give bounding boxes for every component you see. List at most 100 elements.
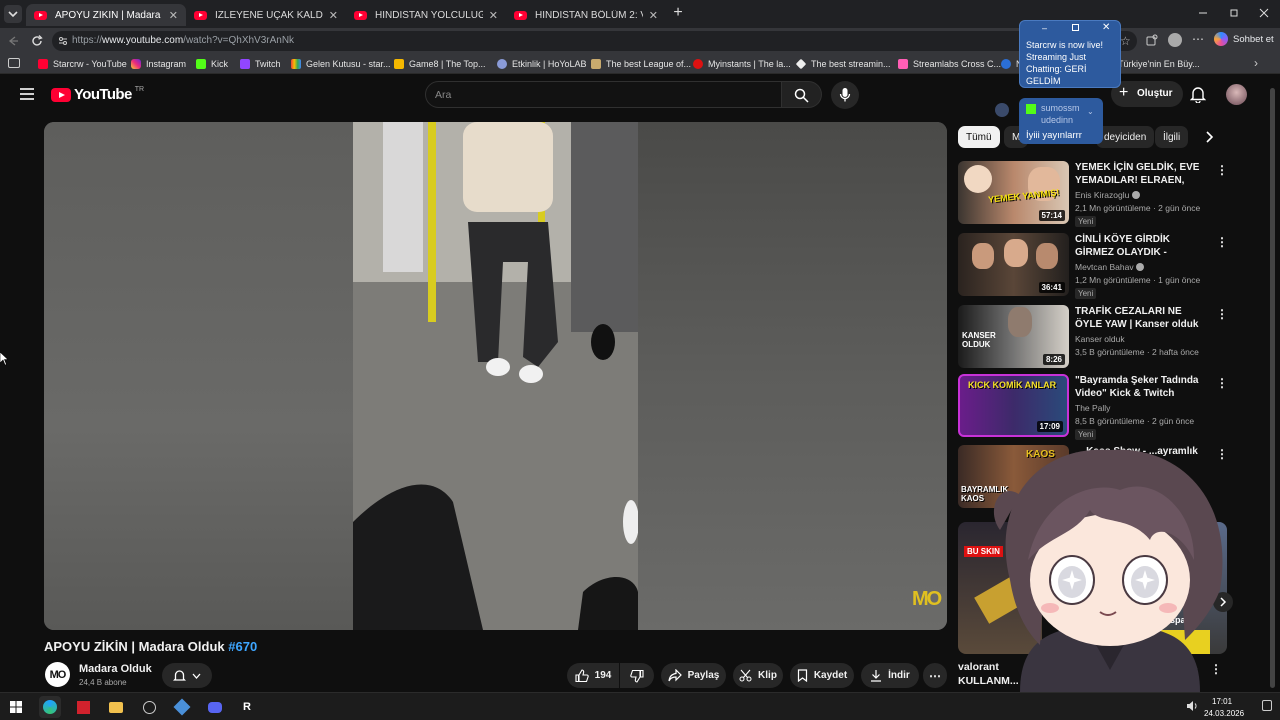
video-player[interactable]: MO (44, 122, 947, 630)
network-app-icon[interactable] (171, 696, 193, 718)
search-input[interactable]: Ara (425, 81, 782, 108)
extensions-icon[interactable] (1145, 33, 1159, 47)
restore-window-icon[interactable] (1227, 6, 1241, 20)
recommendation-2[interactable]: 36:41 CİNLİ KÖYE GİRDİK GİRMEZ OLAYDIK -… (958, 233, 1228, 299)
notifications-icon[interactable] (1190, 86, 1206, 103)
bookmark-hoyolab[interactable]: Etkinlik | HoYoLAB (497, 58, 587, 70)
bookmark-instagram[interactable]: Instagram (131, 58, 186, 70)
kick-logo-icon (1026, 104, 1036, 114)
bookmarks-app-icon[interactable] (8, 58, 20, 68)
recommendation-thumbnail[interactable]: KANSER OLDUK 8:26 (958, 305, 1069, 368)
close-tab-icon[interactable]: ✕ (169, 9, 178, 22)
new-tab-icon[interactable]: + (670, 4, 686, 22)
close-tab-icon[interactable]: ✕ (489, 9, 498, 22)
tab-search-icon[interactable] (4, 5, 22, 23)
bookmark-twitch[interactable]: Twitch (240, 58, 281, 70)
create-button[interactable]: + Oluştur (1111, 81, 1183, 107)
bookmark-myinstants[interactable]: Myinstants | The la... (693, 58, 791, 70)
tab-hindistan-1[interactable]: HİNDİSTAN YOLCULUĞU VE HİNDİ ✕ (346, 4, 506, 26)
chip-from-uploader[interactable]: deyiciden (1096, 126, 1155, 148)
back-icon[interactable] (6, 34, 20, 48)
recommendation-4[interactable]: KICK KOMİK ANLAR 17:09 "Bayramda Şeker T… (958, 374, 1228, 440)
close-window-icon[interactable] (1257, 6, 1271, 20)
bookmark-star-icon[interactable]: ☆ (1120, 34, 1134, 48)
tab-title: HİNDİSTAN YOLCULUĞU VE HİNDİ (375, 9, 483, 21)
reload-icon[interactable] (30, 34, 44, 48)
notification-close-icon[interactable]: ✕ (1102, 22, 1110, 33)
notification-minimize-icon[interactable]: – (1042, 23, 1047, 33)
chips-next-icon[interactable] (1204, 130, 1216, 144)
windows-start-icon[interactable] (5, 696, 27, 718)
close-tab-icon[interactable]: ✕ (649, 9, 658, 22)
file-explorer-icon[interactable] (105, 696, 127, 718)
voice-search-button[interactable] (831, 81, 859, 109)
clock-time[interactable]: 17:01 (1212, 697, 1232, 706)
more-actions-button[interactable]: ⋯ (923, 663, 947, 688)
close-tab-icon[interactable]: ✕ (329, 9, 338, 22)
recommendation-channel[interactable]: Mevtcan Bahav (1075, 262, 1144, 272)
riot-client-icon[interactable]: R (236, 696, 258, 718)
scissors-icon (739, 669, 752, 682)
recommendation-thumbnail[interactable]: YEMEK YANMIŞ! 57:14 (958, 161, 1069, 224)
search-button[interactable] (782, 81, 822, 108)
copilot-icon (1214, 32, 1228, 46)
browser-menu-icon[interactable]: ⋯ (1192, 32, 1204, 46)
youtube-logo[interactable]: YouTube TR (51, 86, 144, 103)
bookmark-starcrw[interactable]: Starcrw - YouTube (38, 58, 127, 70)
site-info-icon[interactable] (57, 35, 69, 47)
page-scrollbar[interactable] (1270, 88, 1275, 688)
discord-icon[interactable] (204, 696, 226, 718)
speaker-icon[interactable] (1186, 700, 1198, 712)
dislike-button[interactable] (620, 663, 654, 688)
notification-center-icon[interactable] (1262, 700, 1272, 711)
bookmark-game8[interactable]: Game8 | The Top... (394, 58, 486, 70)
recommendation-3[interactable]: KANSER OLDUK 8:26 TRAFİK CEZALARI NE ÖYL… (958, 305, 1228, 369)
tab-izleyene[interactable]: İZLEYENE UÇAK KALDIRMAYI ÖĞR ✕ (186, 4, 346, 26)
search-icon (794, 88, 809, 103)
clip-button[interactable]: Klip (733, 663, 783, 688)
bookmark-streamlabs[interactable]: Streamlabs Cross C... (898, 58, 1001, 70)
more-vert-icon[interactable]: ⋮ (1216, 307, 1228, 321)
bookmark-league[interactable]: The best League of... (591, 58, 691, 70)
save-button[interactable]: Kaydet (790, 663, 854, 688)
account-avatar[interactable] (1226, 84, 1247, 105)
mouse-cursor-icon (0, 352, 8, 366)
video-hashtag[interactable]: #670 (228, 639, 257, 654)
edge-browser-icon[interactable] (39, 696, 61, 718)
recommendation-channel[interactable]: Kanser olduk (1075, 334, 1125, 344)
tab-hindistan-2[interactable]: HİNDİSTAN BÖLÜM 2: VARANASİ ✕ (506, 4, 666, 26)
amd-software-icon[interactable] (72, 696, 94, 718)
chip-related[interactable]: İlgili (1155, 126, 1189, 148)
share-button[interactable]: Paylaş (661, 663, 726, 688)
bookmark-streaming[interactable]: The best streamin... (795, 58, 891, 70)
clock-app-icon[interactable] (138, 696, 160, 718)
url-host: www.youtube.com (102, 35, 184, 46)
guide-menu-icon[interactable] (19, 87, 35, 101)
subscription-bell-button[interactable] (162, 663, 212, 688)
clock-date[interactable]: 24.03.2026 (1204, 709, 1244, 718)
minimize-window-icon[interactable] (1196, 6, 1210, 20)
bookmark-gmail[interactable]: Gelen Kutusu - star... (291, 58, 391, 70)
bookmark-kick[interactable]: Kick (196, 58, 228, 70)
more-vert-icon[interactable]: ⋮ (1216, 235, 1228, 249)
recommendation-channel[interactable]: The Pally (1075, 403, 1110, 413)
bookmarks-more-icon[interactable]: › (1254, 56, 1258, 70)
create-label: Oluştur (1137, 88, 1173, 99)
omnibox[interactable]: https://www.youtube.com/watch?v=QhXhV3rA… (52, 31, 1137, 51)
channel-avatar[interactable]: MO (45, 662, 70, 687)
recommendation-thumbnail[interactable]: KICK KOMİK ANLAR 17:09 (958, 374, 1069, 437)
more-vert-icon[interactable]: ⋮ (1216, 376, 1228, 390)
recommendation-channel[interactable]: Enis Kirazoglu (1075, 190, 1140, 200)
channel-watermark[interactable]: MO (912, 588, 942, 611)
recommendation-thumbnail[interactable]: 36:41 (958, 233, 1069, 296)
profile-avatar-icon[interactable] (1168, 33, 1182, 47)
chat-button[interactable]: Sohbet et (1214, 32, 1274, 46)
tab-apoyu[interactable]: APOYU ZİKİN | Madara Olduk ✕ (26, 4, 186, 26)
channel-name[interactable]: Madara Olduk (79, 663, 152, 675)
chip-all[interactable]: Tümü (958, 126, 1000, 148)
download-button[interactable]: İndir (861, 663, 919, 688)
recommendation-1[interactable]: YEMEK YANMIŞ! 57:14 YEMEK İÇİN GELDİK, E… (958, 161, 1228, 227)
more-vert-icon[interactable]: ⋮ (1216, 163, 1228, 177)
notification-maximize-icon[interactable] (1072, 24, 1079, 31)
like-button[interactable]: 194 (567, 663, 619, 688)
